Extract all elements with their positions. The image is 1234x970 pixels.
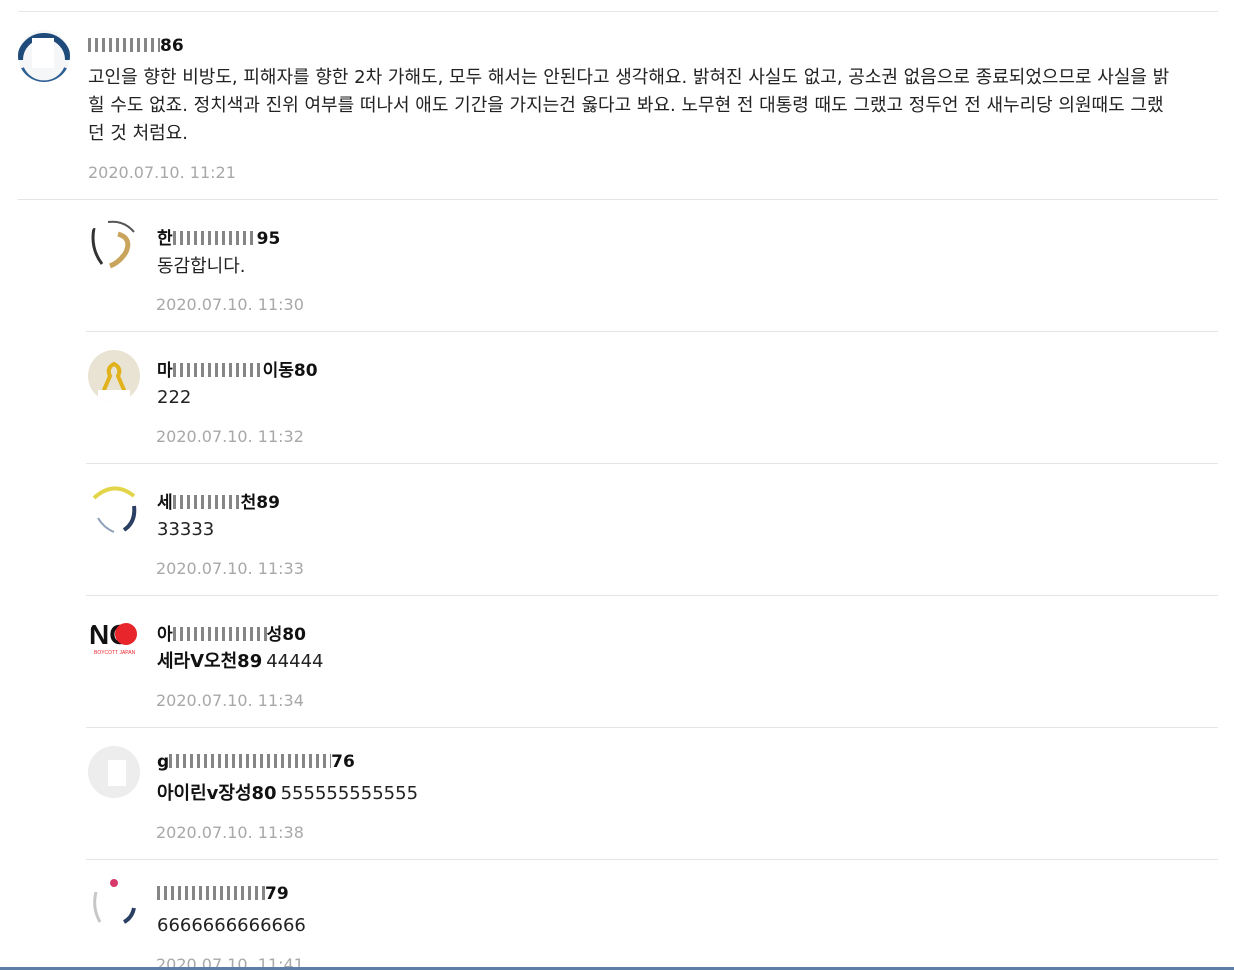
reply-divider: [86, 859, 1218, 860]
reply-divider: [86, 463, 1218, 464]
masked-nickname: [169, 754, 332, 768]
reply-text: 6666666666666: [157, 915, 306, 936]
reply-timestamp: 2020.07.10. 11:34: [156, 691, 304, 710]
masked-nickname: [172, 363, 263, 377]
masked-nickname: [172, 231, 257, 245]
avatar-image: [91, 220, 135, 269]
reply-divider: [86, 331, 1218, 332]
avatar[interactable]: [18, 30, 70, 82]
reply-author[interactable]: 79: [157, 884, 289, 904]
masked-nickname: [172, 627, 267, 641]
reply-timestamp: 2020.07.10. 11:30: [156, 295, 304, 314]
reply-author[interactable]: 아 성80: [157, 620, 306, 645]
comment-text: 고인을 향한 비방도, 피해자를 향한 2차 가해도, 모두 해서는 안된다고 …: [88, 67, 1170, 144]
reply-text: 33333: [157, 519, 215, 540]
comment-thread: 86 고인을 향한 비방도, 피해자를 향한 2차 가해도, 모두 해서는 안된…: [0, 0, 1234, 970]
reply-author[interactable]: 세 천89: [157, 488, 280, 513]
comment-timestamp: 2020.07.10. 11:21: [88, 163, 236, 182]
default-avatar-icon: [89, 747, 139, 797]
avatar-image: [93, 879, 136, 924]
comment-author[interactable]: 86: [88, 36, 184, 56]
top-divider: [18, 11, 1218, 12]
avatar-image: [92, 486, 137, 533]
mention-tag[interactable]: 아이린v장성80: [157, 783, 277, 804]
avatar[interactable]: [88, 218, 140, 270]
reply-author[interactable]: 한 95: [157, 224, 280, 249]
reply-timestamp: 2020.07.10. 11:38: [156, 823, 304, 842]
reply-text: 세라V오천89 44444: [157, 651, 324, 672]
masked-nickname: [157, 886, 265, 900]
reply-divider: [86, 727, 1218, 728]
reply-author[interactable]: 마 이동80: [157, 356, 318, 381]
masked-nickname: [172, 495, 241, 509]
avatar[interactable]: [88, 350, 140, 402]
avatar[interactable]: [88, 878, 140, 930]
avatar-image: [18, 33, 70, 82]
reply-author[interactable]: g 76: [157, 752, 355, 772]
reply-text: 동감합니다.: [157, 256, 246, 277]
reply-timestamp: 2020.07.10. 11:32: [156, 427, 304, 446]
comment-divider: [18, 199, 1218, 200]
boycott-japan-logo-icon: NO BOYCOTT JAPAN: [89, 619, 137, 656]
avatar[interactable]: [88, 482, 140, 534]
reply-text: 아이린v장성80 555555555555: [157, 783, 419, 804]
reply-divider: [86, 595, 1218, 596]
avatar[interactable]: [88, 746, 140, 798]
reply-timestamp: 2020.07.10. 11:33: [156, 559, 304, 578]
reply-text: 222: [157, 387, 192, 408]
masked-nickname: [88, 38, 160, 52]
yellow-ribbon-icon: [89, 351, 139, 402]
mention-tag[interactable]: 세라V오천89: [157, 651, 262, 672]
logo-subtext: BOYCOTT JAPAN: [94, 650, 136, 656]
avatar[interactable]: NO BOYCOTT JAPAN: [88, 614, 140, 666]
